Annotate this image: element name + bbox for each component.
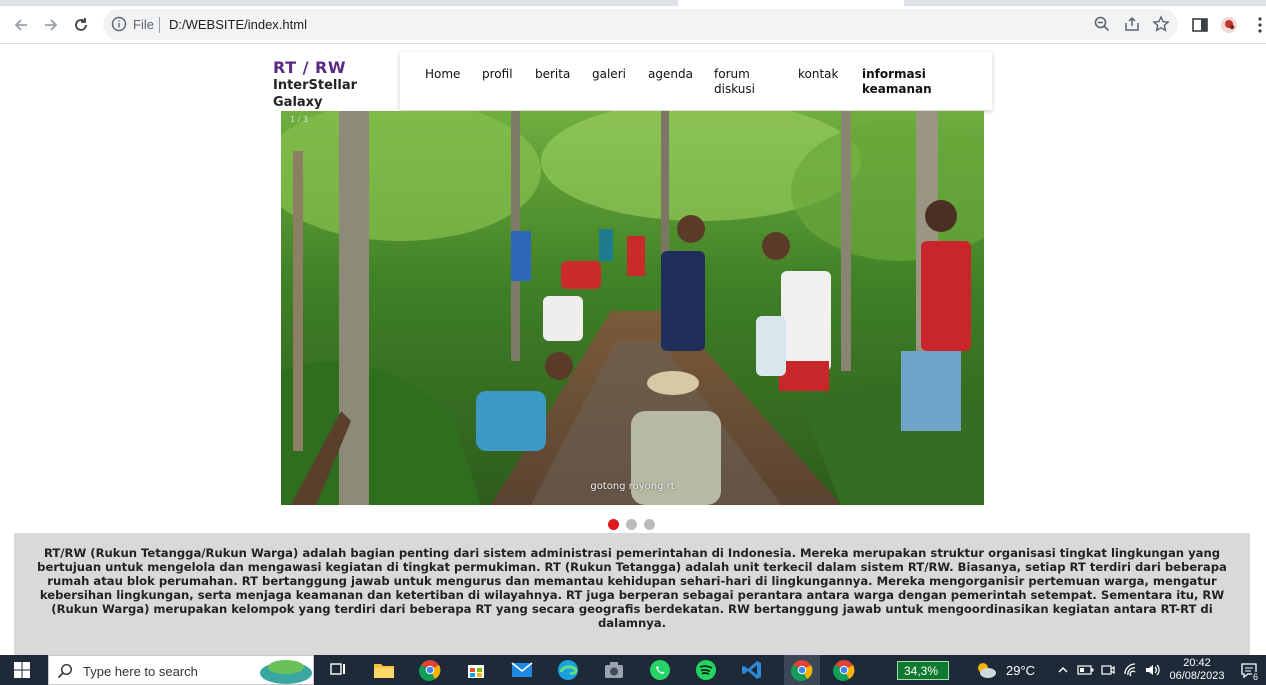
nav-forum-diskusi-line2: diskusi [714, 82, 755, 96]
arrow-left-icon [14, 19, 27, 31]
file-scheme-label: File [133, 17, 154, 32]
search-placeholder: Type here to search [83, 664, 198, 679]
whatsapp-icon [650, 660, 670, 680]
nav-berita[interactable]: berita [535, 67, 570, 82]
store-icon [468, 665, 484, 678]
taskbar-camera[interactable] [602, 658, 626, 682]
taskbar-chrome[interactable] [418, 658, 442, 682]
vscode-icon [742, 661, 761, 679]
slider-dot-2[interactable] [626, 519, 637, 530]
task-view-icon [330, 663, 345, 675]
windows-logo-icon [14, 662, 30, 678]
taskbar-vscode[interactable] [740, 658, 764, 682]
nav-informasi-keamanan[interactable]: informasi keamanan [862, 67, 932, 97]
slider-dot-1[interactable] [608, 519, 619, 530]
taskbar-edge[interactable] [556, 658, 580, 682]
back-button[interactable] [7, 11, 35, 39]
nav-kontak[interactable]: kontak [798, 67, 838, 82]
arrow-right-icon [45, 19, 58, 31]
slide-caption: gotong royong rt [590, 481, 675, 492]
nav-profil[interactable]: profil [482, 67, 513, 82]
browser-toolbar: File D:/WEBSITE/index.html [0, 6, 1266, 44]
battery-widget[interactable]: 34,3% [897, 661, 949, 680]
reload-icon [75, 18, 87, 31]
brand-subtitle-line1: InterStellar [273, 78, 358, 93]
forward-button[interactable] [37, 11, 65, 39]
slide-counter: 1 / 3 [290, 115, 308, 124]
taskbar-chrome-active[interactable] [784, 655, 820, 685]
omnibox-divider [159, 17, 160, 33]
weather-temperature[interactable]: 29°C [1006, 663, 1035, 678]
clock-date: 06/08/2023 [1169, 670, 1225, 682]
nav-home[interactable]: Home [425, 67, 460, 82]
battery-icon[interactable] [1077, 663, 1095, 677]
wifi-icon[interactable] [1123, 662, 1141, 678]
search-highlight-icon [260, 660, 312, 684]
menu-kebab-icon[interactable] [1250, 15, 1266, 35]
chrome-icon [419, 660, 441, 681]
reload-button[interactable] [67, 11, 95, 39]
camera-icon [605, 662, 623, 678]
about-text: RT/RW (Rukun Tetangga/Rukun Warga) adala… [37, 546, 1227, 630]
search-icon [57, 663, 73, 679]
web-page: RT / RW InterStellar Galaxy Home profil … [0, 45, 1266, 655]
speaker-icon[interactable] [1144, 662, 1162, 678]
share-icon[interactable] [1123, 15, 1141, 33]
side-panel-icon[interactable] [1190, 15, 1210, 35]
weather-icon[interactable] [974, 660, 998, 680]
taskbar-file-explorer[interactable] [372, 658, 396, 682]
chrome-profile-icon [791, 660, 813, 681]
mail-icon [511, 662, 533, 677]
taskbar-search[interactable]: Type here to search [48, 655, 314, 685]
image-slider[interactable]: gotong royong rt [281, 111, 984, 505]
chrome-icon-2 [833, 660, 855, 681]
start-button[interactable] [10, 658, 34, 682]
brand-title: RT / RW [273, 58, 346, 77]
brand-subtitle-line2: Galaxy [273, 95, 323, 110]
edge-icon [558, 660, 578, 680]
address-bar[interactable]: File D:/WEBSITE/index.html [103, 9, 1178, 40]
taskbar-whatsapp[interactable] [648, 658, 672, 682]
url-text[interactable]: D:/WEBSITE/index.html [169, 17, 307, 32]
windows-taskbar: Type here to search 34,3% 29°C 20:42 06/… [0, 655, 1266, 685]
nav-informasi-keamanan-line2: keamanan [862, 82, 932, 96]
zoom-icon[interactable] [1093, 15, 1111, 33]
nav-forum-diskusi-line1: forum [714, 67, 750, 81]
taskbar-mail[interactable] [510, 658, 534, 682]
taskbar-chrome-2[interactable] [832, 658, 856, 682]
info-icon[interactable] [111, 16, 127, 32]
clock[interactable]: 20:42 06/08/2023 [1166, 657, 1228, 685]
clock-time: 20:42 [1183, 657, 1211, 669]
folder-icon [374, 664, 394, 678]
nav-galeri[interactable]: galeri [592, 67, 626, 82]
star-icon[interactable] [1152, 15, 1170, 33]
taskbar-spotify[interactable] [694, 658, 718, 682]
about-section: RT/RW (Rukun Tetangga/Rukun Warga) adala… [14, 533, 1250, 655]
task-view-button[interactable] [326, 658, 350, 682]
main-nav: Home profil berita galeri agenda forum d… [400, 52, 992, 110]
nav-informasi-keamanan-line1: informasi [862, 67, 926, 81]
site-brand[interactable]: RT / RW InterStellar Galaxy [273, 58, 393, 111]
spotify-icon [696, 660, 716, 680]
slide-photo-gotong-royong [281, 111, 984, 505]
notification-count: 6 [1252, 672, 1260, 682]
profile-avatar-icon[interactable] [1219, 15, 1239, 35]
taskbar-store[interactable] [464, 658, 488, 682]
slider-dot-3[interactable] [644, 519, 655, 530]
nav-forum-diskusi[interactable]: forum diskusi [714, 67, 755, 97]
meet-now-icon[interactable] [1100, 662, 1116, 678]
nav-agenda[interactable]: agenda [648, 67, 693, 82]
chevron-up-icon[interactable] [1057, 664, 1069, 676]
battery-percent: 34,3% [904, 664, 939, 678]
